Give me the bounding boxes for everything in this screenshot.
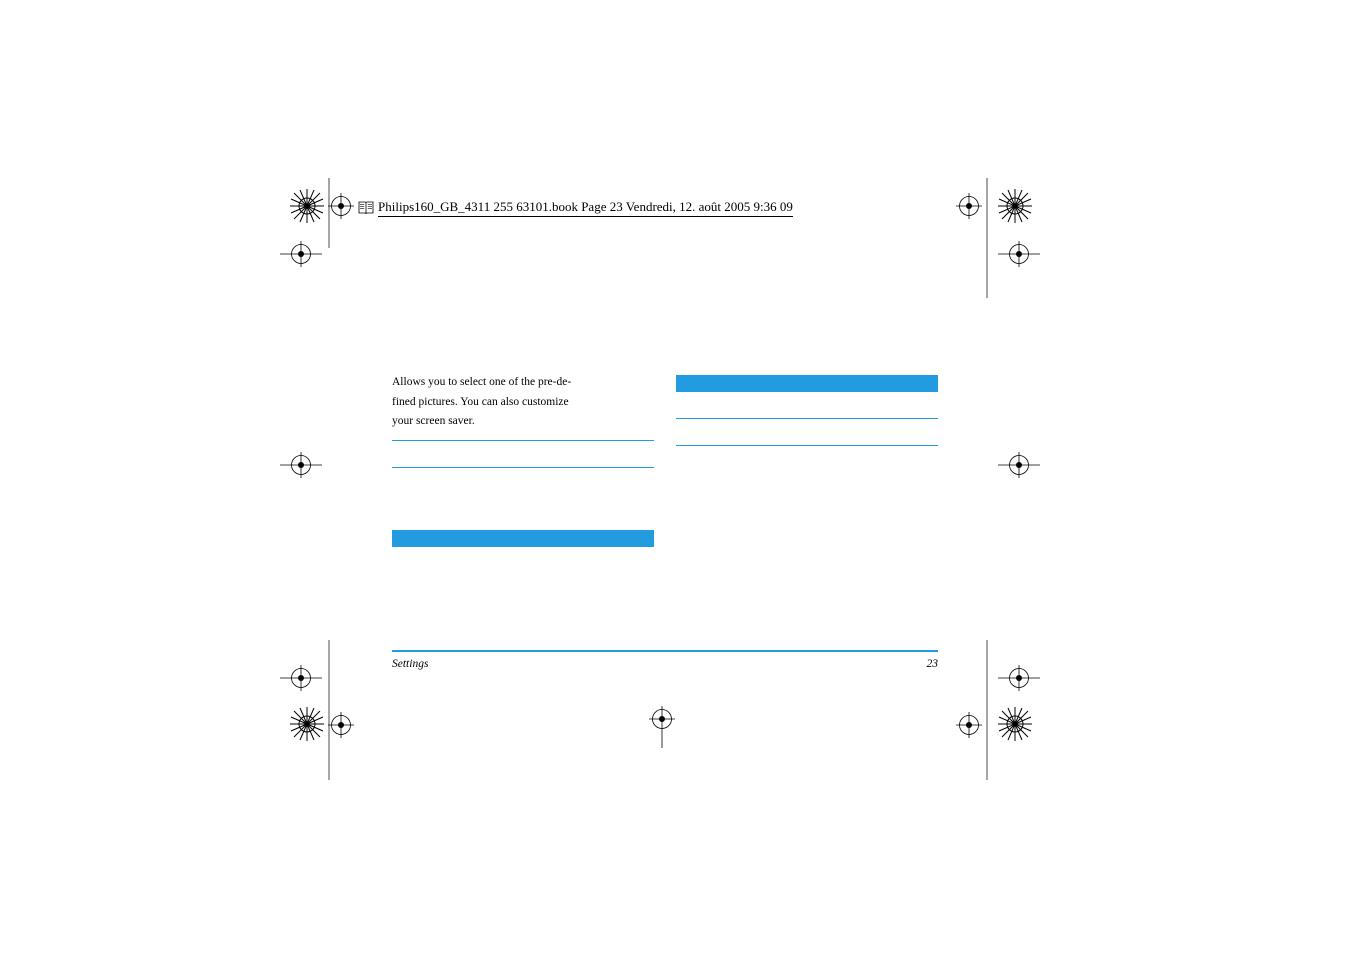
section-band: [392, 530, 654, 547]
reg-corner-top-left: [290, 189, 324, 223]
header-file-line: Philips160_GB_4311 255 63101.book Page 2…: [358, 199, 793, 217]
left-column: Allows you to select one of the pre-de- …: [392, 375, 654, 547]
register-cross-bottom-right: [956, 712, 982, 738]
section-rule: [392, 440, 654, 441]
register-cross-bottom-left: [328, 712, 354, 738]
book-icon: [358, 201, 374, 215]
register-cross-right-upper: [998, 241, 1040, 267]
register-cross-bottom-center: [649, 706, 675, 748]
section-rule: [676, 418, 938, 419]
register-cross-left-upper: [280, 241, 322, 267]
register-cross-right-lower: [998, 665, 1040, 691]
body-text: Allows you to assign shortcuts to keys.: [676, 429, 938, 435]
right-column: Shortcuts Allows you to assign shortcuts…: [676, 375, 938, 547]
body-text: your screen saver.: [392, 414, 654, 430]
document-stage: Philips160_GB_4311 255 63101.book Page 2…: [0, 0, 1351, 954]
register-cross-top: [328, 193, 354, 219]
section-rule: [392, 467, 654, 468]
body-text: Allows you to select one of the pre-de-: [392, 375, 654, 391]
header-file-text: Philips160_GB_4311 255 63101.book Page 2…: [378, 199, 793, 217]
page-footer: Settings 23: [392, 658, 938, 670]
footer-rule: [392, 650, 938, 652]
section-heading: Contrast: [392, 451, 654, 457]
page-body: Allows you to select one of the pre-de- …: [392, 375, 938, 547]
body-text: Allows you to set the contrast level.: [392, 478, 654, 484]
register-cross-left-mid: [280, 452, 322, 478]
section-heading: Shortcuts: [676, 402, 938, 408]
reg-corner-bottom-left: [290, 707, 324, 741]
register-cross-top-right: [956, 193, 982, 219]
reg-corner-top-right: [998, 189, 1032, 223]
register-cross-left-lower: [280, 665, 322, 691]
reg-corner-bottom-right: [998, 707, 1032, 741]
section-band: [676, 375, 938, 392]
section-rule: [676, 445, 938, 446]
footer-page-number: 23: [927, 658, 939, 670]
body-text: fined pictures. You can also customize: [392, 395, 654, 411]
register-cross-right-mid: [998, 452, 1040, 478]
footer-section-name: Settings: [392, 658, 428, 670]
